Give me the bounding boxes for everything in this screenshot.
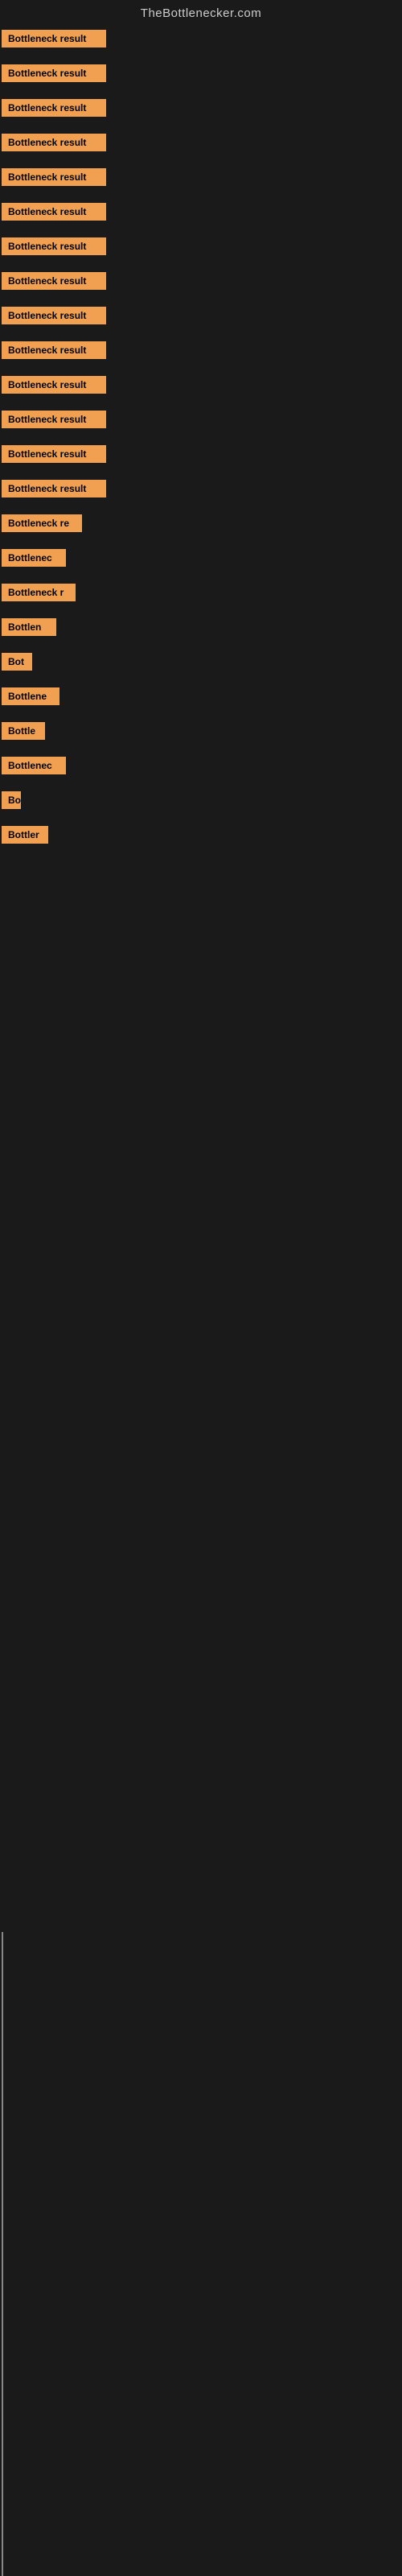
bottleneck-bar-18: Bottlen [2,618,56,636]
bar-row-4: Bottleneck result [0,127,402,162]
bar-row-3: Bottleneck result [0,93,402,127]
bar-row-5: Bottleneck result [0,162,402,196]
bottleneck-bar-17: Bottleneck r [2,584,76,601]
bottleneck-bar-2: Bottleneck result [2,64,106,82]
bar-row-7: Bottleneck result [0,231,402,266]
bottleneck-bar-1: Bottleneck result [2,30,106,47]
bottleneck-bar-13: Bottleneck result [2,445,106,463]
bottleneck-bar-3: Bottleneck result [2,99,106,117]
bar-row-18: Bottlen [0,612,402,646]
bottleneck-bar-9: Bottleneck result [2,307,106,324]
bar-row-11: Bottleneck result [0,369,402,404]
bottleneck-bar-19: Bot [2,653,32,671]
bar-row-1: Bottleneck result [0,23,402,58]
bar-row-16: Bottlenec [0,543,402,577]
bar-row-15: Bottleneck re [0,508,402,543]
bottleneck-bar-21: Bottle [2,722,45,740]
bar-row-20: Bottlene [0,681,402,716]
bottleneck-bar-23: Bo [2,791,21,809]
bottleneck-bar-24: Bottler [2,826,48,844]
bar-row-9: Bottleneck result [0,300,402,335]
site-title: TheBottlenecker.com [0,0,402,23]
bottleneck-bar-8: Bottleneck result [2,272,106,290]
bar-row-12: Bottleneck result [0,404,402,439]
bar-row-13: Bottleneck result [0,439,402,473]
bottleneck-bar-14: Bottleneck result [2,480,106,497]
bars-container: Bottleneck result Bottleneck result Bottle… [0,23,402,854]
bar-row-23: Bo [0,785,402,819]
bottleneck-bar-10: Bottleneck result [2,341,106,359]
bottleneck-bar-16: Bottlenec [2,549,66,567]
bar-row-14: Bottleneck result [0,473,402,508]
bar-row-19: Bot [0,646,402,681]
bottleneck-bar-12: Bottleneck result [2,411,106,428]
bottleneck-bar-5: Bottleneck result [2,168,106,186]
bottleneck-bar-7: Bottleneck result [2,237,106,255]
bar-row-22: Bottlenec [0,750,402,785]
bar-row-24: Bottler [0,819,402,854]
bar-row-10: Bottleneck result [0,335,402,369]
bottleneck-bar-22: Bottlenec [2,757,66,774]
bottleneck-bar-15: Bottleneck re [2,514,82,532]
bar-row-17: Bottleneck r [0,577,402,612]
bar-row-8: Bottleneck result [0,266,402,300]
bar-row-6: Bottleneck result [0,196,402,231]
bottleneck-bar-6: Bottleneck result [2,203,106,221]
bar-row-21: Bottle [0,716,402,750]
vertical-line [2,1932,3,2576]
bar-row-2: Bottleneck result [0,58,402,93]
bottleneck-bar-20: Bottlene [2,687,59,705]
bottleneck-bar-4: Bottleneck result [2,134,106,151]
bottleneck-bar-11: Bottleneck result [2,376,106,394]
